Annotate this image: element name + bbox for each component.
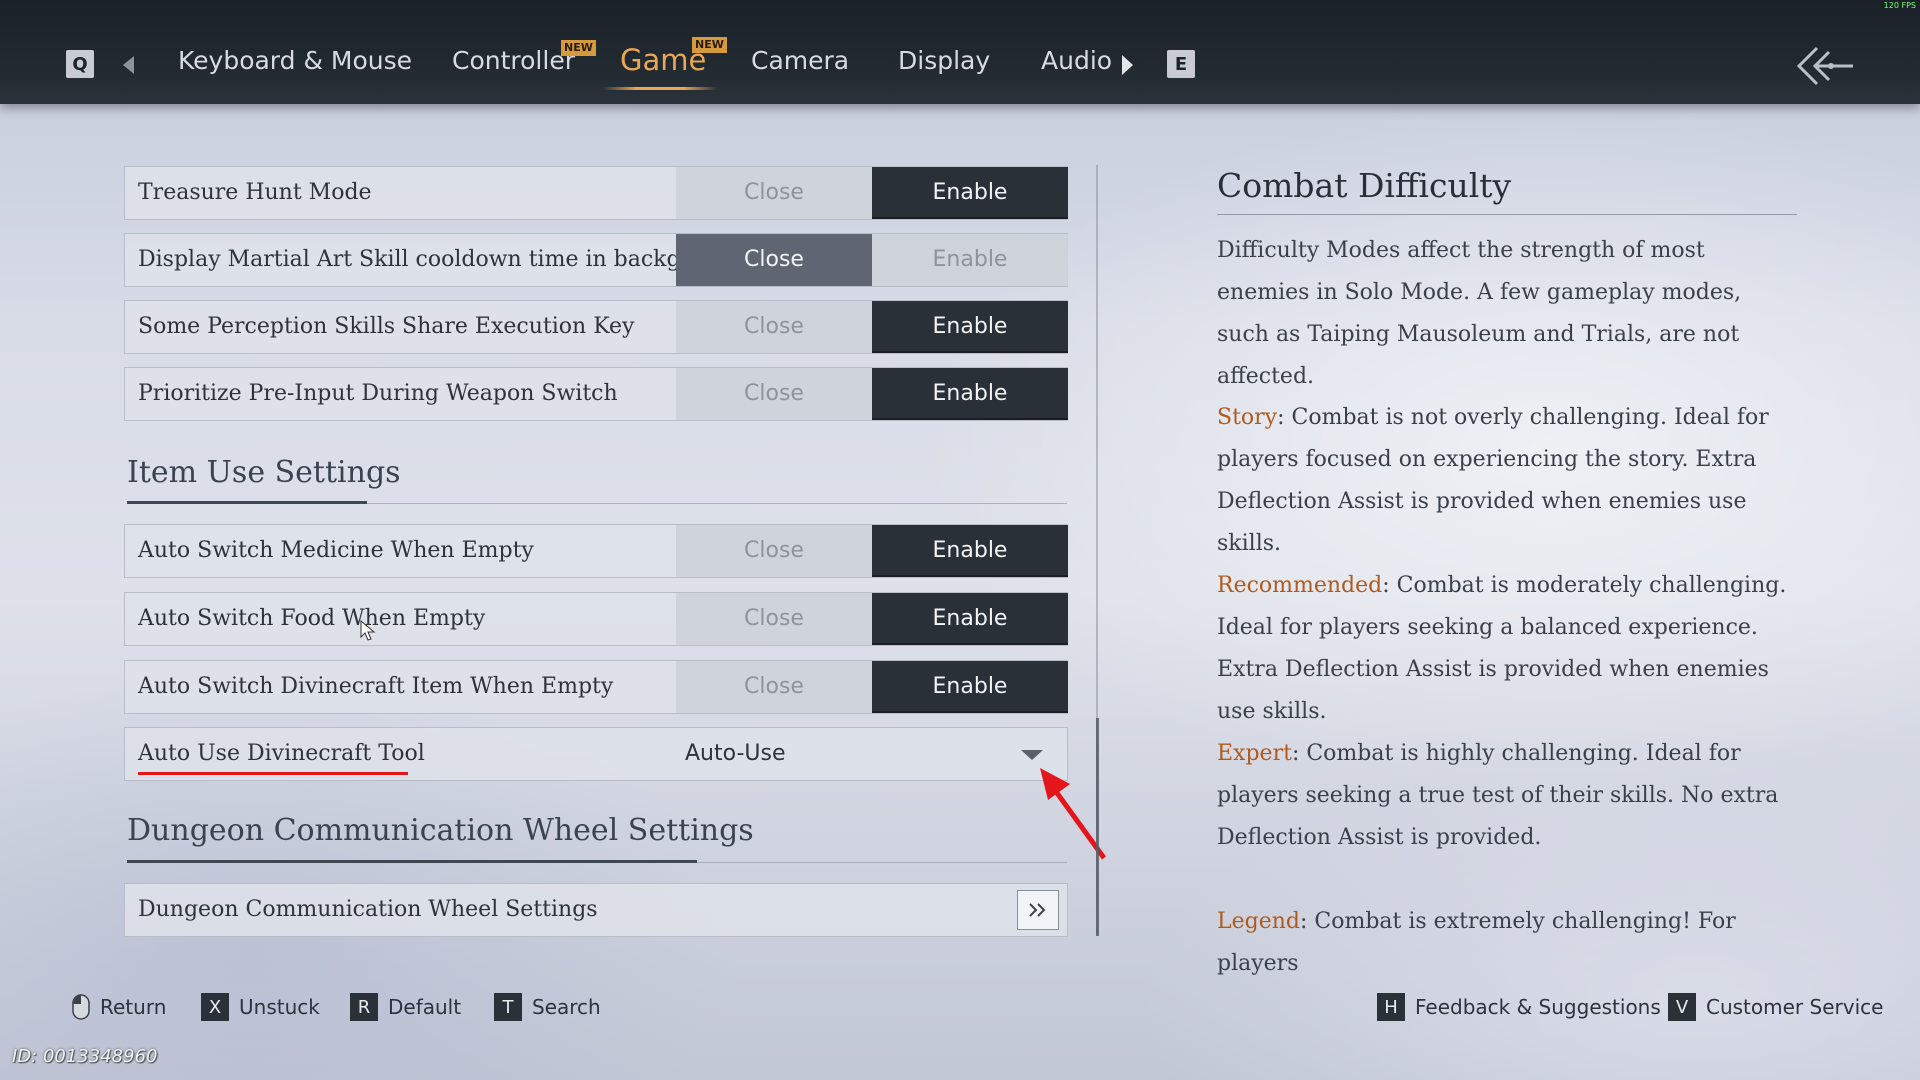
setting-label: Prioritize Pre-Input During Weapon Switc… [138, 381, 618, 406]
description-mode-expert: Expert: Combat is highly challenging. Id… [1217, 733, 1797, 859]
close-option[interactable]: Close [676, 301, 872, 353]
annotation-arrow-icon [1040, 768, 1107, 860]
return-label: Return [100, 995, 167, 1019]
unstuck-label: Unstuck [239, 995, 320, 1019]
setting-label: Auto Switch Food When Empty [138, 606, 486, 631]
chevron-down-icon[interactable] [1021, 750, 1043, 760]
tab-keyboard-mouse[interactable]: Keyboard & Mouse [178, 46, 412, 75]
section-title-dungeon-wheel: Dungeon Communication Wheel Settings [127, 813, 754, 848]
enable-option[interactable]: Enable [872, 368, 1068, 420]
setting-label: Some Perception Skills Share Execution K… [138, 314, 635, 339]
description-rule [1217, 214, 1797, 215]
feedback-key: H [1377, 993, 1405, 1021]
setting-row-auto-use-divinecraft-tool[interactable]: Auto Use Divinecraft Tool Auto-Use [124, 727, 1068, 781]
player-id: ID: 0013348960 [12, 1046, 158, 1067]
close-option[interactable]: Close [676, 167, 872, 219]
default-action[interactable]: R Default [350, 992, 461, 1022]
tab-audio[interactable]: Audio [1041, 46, 1112, 75]
setting-label: Auto Switch Medicine When Empty [138, 538, 534, 563]
section-title-item-use: Item Use Settings [127, 455, 401, 490]
default-label: Default [388, 995, 462, 1019]
mode-text: : Combat is highly challenging. Ideal fo… [1217, 741, 1779, 850]
annotation-underline [138, 772, 408, 775]
scrollbar-thumb[interactable] [1096, 718, 1099, 936]
setting-label: Display Martial Art Skill cooldown time … [138, 247, 747, 272]
enable-option[interactable]: Enable [872, 301, 1068, 353]
description-intro: Difficulty Modes affect the strength of … [1217, 238, 1742, 389]
mode-name: Story [1217, 405, 1278, 430]
tab-controller[interactable]: Controller [452, 46, 575, 75]
setting-label: Auto Switch Divinecraft Item When Empty [138, 674, 614, 699]
unstuck-key: X [201, 993, 229, 1021]
close-option[interactable]: Close [676, 525, 872, 577]
customer-service-action[interactable]: V Customer Service [1668, 992, 1883, 1022]
mouse-cursor-icon [360, 620, 376, 641]
search-action[interactable]: T Search [494, 992, 601, 1022]
mode-name: Recommended [1217, 573, 1383, 598]
mode-name: Legend [1217, 909, 1300, 934]
setting-row-treasure-hunt: Treasure Hunt Mode Close Enable [124, 166, 1068, 220]
tab-camera[interactable]: Camera [751, 46, 849, 75]
close-option[interactable]: Close [676, 661, 872, 713]
setting-label: Dungeon Communication Wheel Settings [138, 897, 598, 922]
default-key: R [350, 993, 378, 1021]
close-option[interactable]: Close [676, 593, 872, 645]
setting-row-auto-food: Auto Switch Food When Empty Close Enable [124, 592, 1068, 646]
mouse-icon [72, 994, 90, 1020]
enable-option[interactable]: Enable [872, 234, 1068, 286]
active-tab-underline [602, 87, 718, 90]
next-tab-key[interactable]: E [1167, 50, 1195, 78]
section-rule-accent [127, 501, 367, 504]
enable-option[interactable]: Enable [872, 167, 1068, 219]
setting-label: Treasure Hunt Mode [138, 180, 372, 205]
tab-display[interactable]: Display [898, 46, 990, 75]
new-badge: NEW [561, 40, 596, 56]
double-chevron-right-icon [1029, 903, 1046, 917]
feedback-label: Feedback & Suggestions [1415, 995, 1661, 1019]
close-option[interactable]: Close [676, 368, 872, 420]
prev-tab-arrow-icon[interactable] [123, 56, 134, 74]
setting-row-auto-medicine: Auto Switch Medicine When Empty Close En… [124, 524, 1068, 578]
description-mode-story: Story: Combat is not overly challenging.… [1217, 397, 1797, 565]
next-tab-arrow-icon[interactable] [1122, 55, 1133, 75]
setting-row-pre-input: Prioritize Pre-Input During Weapon Switc… [124, 367, 1068, 421]
mode-text: : Combat is not overly challenging. Idea… [1217, 405, 1769, 556]
unstuck-action[interactable]: X Unstuck [201, 992, 320, 1022]
customer-service-key: V [1668, 993, 1696, 1021]
open-settings-button[interactable] [1017, 890, 1059, 930]
section-rule-accent [127, 860, 697, 863]
prev-tab-key[interactable]: Q [66, 50, 94, 78]
setting-row-martial-art-cooldown: Display Martial Art Skill cooldown time … [124, 233, 1068, 287]
feedback-action[interactable]: H Feedback & Suggestions [1377, 992, 1661, 1022]
dropdown-value[interactable]: Auto-Use [685, 728, 786, 780]
return-action[interactable]: Return [72, 992, 166, 1022]
top-nav-bar: 120 FPS Q Keyboard & Mouse Controller NE… [0, 0, 1920, 104]
new-badge: NEW [692, 37, 727, 53]
setting-row-auto-divinecraft-item: Auto Switch Divinecraft Item When Empty … [124, 660, 1068, 714]
setting-row-dungeon-wheel: Dungeon Communication Wheel Settings [124, 883, 1068, 937]
setting-row-perception-skills: Some Perception Skills Share Execution K… [124, 300, 1068, 354]
close-option[interactable]: Close [676, 234, 872, 286]
customer-service-label: Customer Service [1706, 995, 1884, 1019]
enable-option[interactable]: Enable [872, 525, 1068, 577]
search-label: Search [532, 995, 601, 1019]
back-arrow-icon[interactable] [1795, 44, 1855, 88]
enable-option[interactable]: Enable [872, 593, 1068, 645]
search-key: T [494, 993, 522, 1021]
description-mode-recommended: Recommended: Combat is moderately challe… [1217, 565, 1797, 733]
description-mode-legend: Legend: Combat is extremely challenging!… [1217, 901, 1797, 985]
mode-name: Expert [1217, 741, 1292, 766]
fps-counter: 120 FPS [1883, 1, 1916, 10]
description-title: Combat Difficulty [1217, 166, 1512, 205]
enable-option[interactable]: Enable [872, 661, 1068, 713]
